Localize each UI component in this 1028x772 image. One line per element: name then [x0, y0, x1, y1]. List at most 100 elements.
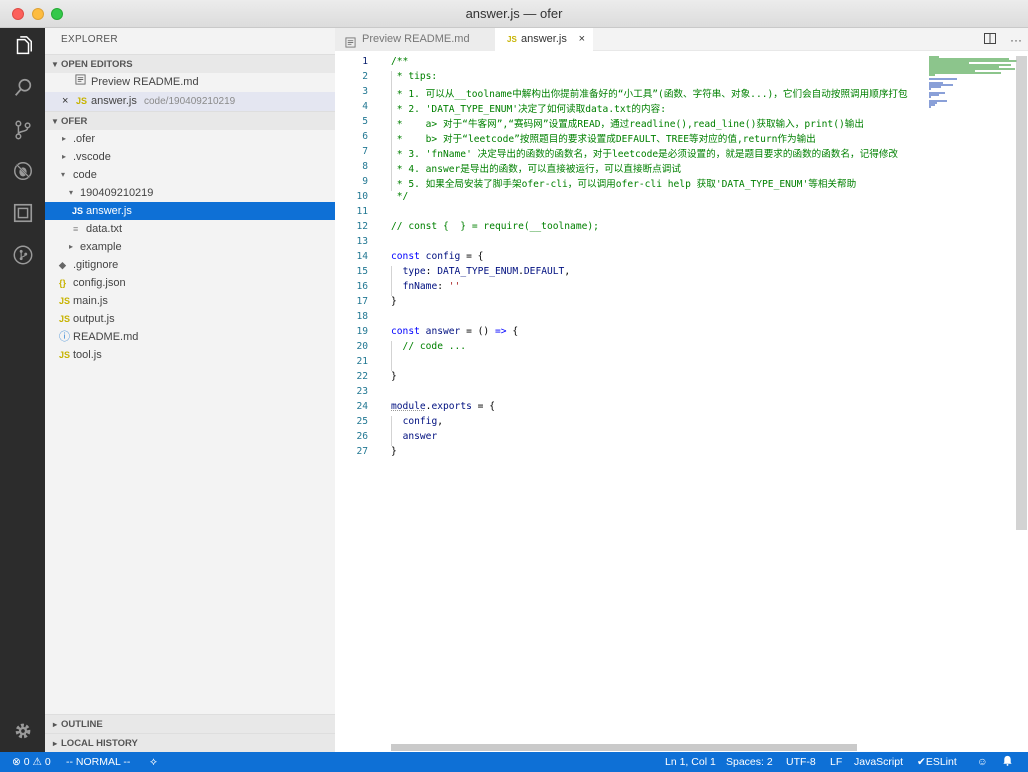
- close-icon[interactable]: ×: [62, 92, 68, 111]
- chevron-right-icon: ▸: [62, 152, 67, 161]
- code-line: */: [391, 191, 409, 202]
- line-number: 12: [356, 221, 368, 232]
- tree-file[interactable]: JS output.js: [45, 310, 335, 328]
- line-number: 24: [356, 401, 368, 412]
- editor-actions: ···: [984, 28, 1022, 51]
- notifications-bell-icon[interactable]: [1002, 752, 1013, 772]
- tree-file[interactable]: JS tool.js: [45, 346, 335, 364]
- open-editor-path: code/190409210219: [144, 96, 236, 107]
- code-line: }: [391, 446, 397, 457]
- live-share-icon[interactable]: ⟡: [150, 752, 157, 772]
- js-file-icon: JS: [76, 96, 88, 106]
- tree-label: main.js: [73, 295, 108, 307]
- project-header[interactable]: ▼ OFER: [45, 111, 335, 130]
- line-number: 19: [356, 326, 368, 337]
- code-line: * 4. answer是导出的函数，可以直接被运行，可以直接断点调试: [391, 164, 681, 175]
- outline-header[interactable]: ▸ OUTLINE: [45, 714, 335, 733]
- maximize-window-button[interactable]: [51, 8, 63, 20]
- tree-file[interactable]: JS main.js: [45, 292, 335, 310]
- extensions-icon[interactable]: [12, 202, 34, 224]
- warning-icon: ⚠: [32, 756, 42, 768]
- open-editor-item-active[interactable]: × JS answer.js code/190409210219: [45, 92, 335, 111]
- local-history-header[interactable]: ▸ LOCAL HISTORY: [45, 733, 335, 752]
- preview-icon: [345, 34, 356, 57]
- tree-file-selected[interactable]: JS answer.js: [45, 202, 335, 220]
- line-number: 10: [356, 191, 368, 202]
- line-number: 20: [356, 341, 368, 352]
- open-editor-label: Preview README.md: [91, 76, 199, 88]
- js-file-icon: JS: [59, 296, 71, 306]
- tree-file[interactable]: ◆ .gitignore: [45, 256, 335, 274]
- tree-label: 190409210219: [80, 187, 154, 199]
- explorer-sidebar: EXPLORER ▼ OPEN EDITORS Preview README.m…: [45, 28, 335, 752]
- minimap[interactable]: [927, 56, 1017, 116]
- debug-icon[interactable]: [12, 160, 34, 182]
- js-file-icon: JS: [507, 35, 517, 44]
- outline-title: OUTLINE: [61, 718, 103, 730]
- settings-gear-icon[interactable]: [12, 720, 34, 742]
- line-number: 18: [356, 311, 368, 322]
- vertical-scrollbar[interactable]: [1016, 56, 1027, 530]
- code-line: const answer = () => {: [391, 326, 519, 337]
- explorer-files-icon[interactable]: [12, 35, 34, 57]
- line-number: 7: [362, 146, 368, 157]
- tree-file[interactable]: ≡ data.txt: [45, 220, 335, 238]
- code-line: type: DATA_TYPE_ENUM.DEFAULT,: [402, 266, 571, 277]
- search-icon[interactable]: [12, 77, 34, 99]
- close-tab-icon[interactable]: ×: [579, 28, 585, 51]
- minimize-window-button[interactable]: [32, 8, 44, 20]
- problems-indicator[interactable]: ⊗ 0 ⚠ 0: [12, 752, 51, 772]
- line-number: 8: [362, 161, 368, 172]
- split-editor-icon[interactable]: [984, 32, 996, 47]
- horizontal-scrollbar[interactable]: [391, 744, 857, 751]
- close-window-button[interactable]: [12, 8, 24, 20]
- code-line: const config = {: [391, 251, 484, 262]
- error-count: 0: [23, 756, 30, 768]
- code-line: * 3. 'fnName' 决定导出的函数的函数名，对于leetcode是必须设…: [391, 149, 899, 160]
- json-file-icon: {}: [59, 278, 67, 288]
- indentation[interactable]: Spaces: 2: [726, 752, 773, 772]
- tab-answer-js[interactable]: JS answer.js ×: [495, 28, 593, 51]
- tree-folder[interactable]: ▸ .ofer: [45, 130, 335, 148]
- code-line: * b> 对于“leetcode”按照题目的要求设置成DEFAULT、TREE等…: [391, 134, 816, 145]
- open-editors-header[interactable]: ▼ OPEN EDITORS: [45, 54, 335, 73]
- eslint-status[interactable]: ✔ESLint: [917, 752, 957, 772]
- tree-folder[interactable]: ▸ example: [45, 238, 335, 256]
- indent-guide: [391, 71, 392, 191]
- tree-folder[interactable]: ▸ .vscode: [45, 148, 335, 166]
- open-editor-item[interactable]: Preview README.md: [45, 73, 335, 92]
- code-line: // const { } = require(__toolname);: [391, 221, 599, 232]
- js-file-icon: JS: [72, 206, 84, 216]
- tree-label: .gitignore: [73, 259, 119, 271]
- source-control-icon[interactable]: [12, 119, 34, 141]
- more-actions-icon[interactable]: ···: [1010, 33, 1022, 47]
- code-view[interactable]: 1 /** 2 * tips: 3 * 1. 可以从__toolname中解构出你提前…: [335, 56, 925, 746]
- tree-folder[interactable]: ▾ 190409210219: [45, 184, 335, 202]
- cursor-position[interactable]: Ln 1, Col 1: [665, 752, 716, 772]
- git-history-icon[interactable]: [12, 244, 34, 266]
- line-number: 22: [356, 371, 368, 382]
- open-editors-title: OPEN EDITORS: [61, 58, 133, 70]
- check-icon: ✔: [917, 756, 926, 768]
- tab-preview-readme[interactable]: Preview README.md: [335, 28, 495, 51]
- tree-label: config.json: [73, 277, 126, 289]
- tree-file[interactable]: ⓘ README.md: [45, 328, 335, 346]
- end-of-line[interactable]: LF: [830, 752, 842, 772]
- line-number: 1: [362, 56, 368, 67]
- tree-file[interactable]: {} config.json: [45, 274, 335, 292]
- encoding[interactable]: UTF-8: [786, 752, 816, 772]
- code-line: * 5. 如果全局安装了脚手架ofer-cli，可以调用ofer-cli hel…: [391, 179, 857, 190]
- minimap-line: [929, 78, 957, 80]
- info-file-icon: ⓘ: [59, 331, 70, 343]
- language-mode[interactable]: JavaScript: [854, 752, 903, 772]
- tree-folder[interactable]: ▾ code: [45, 166, 335, 184]
- tree-label: tool.js: [73, 349, 102, 361]
- chevron-right-icon: ▸: [62, 134, 67, 143]
- feedback-smiley-icon[interactable]: ☺: [977, 752, 988, 772]
- code-line: config,: [402, 416, 443, 427]
- tree-label: example: [80, 241, 122, 253]
- code-line: * 2. 'DATA_TYPE_ENUM'决定了如何读取data.txt的内容:: [391, 104, 666, 115]
- eslint-label: ESLint: [925, 756, 957, 768]
- line-number: 26: [356, 431, 368, 442]
- code-line: // code ...: [391, 341, 467, 352]
